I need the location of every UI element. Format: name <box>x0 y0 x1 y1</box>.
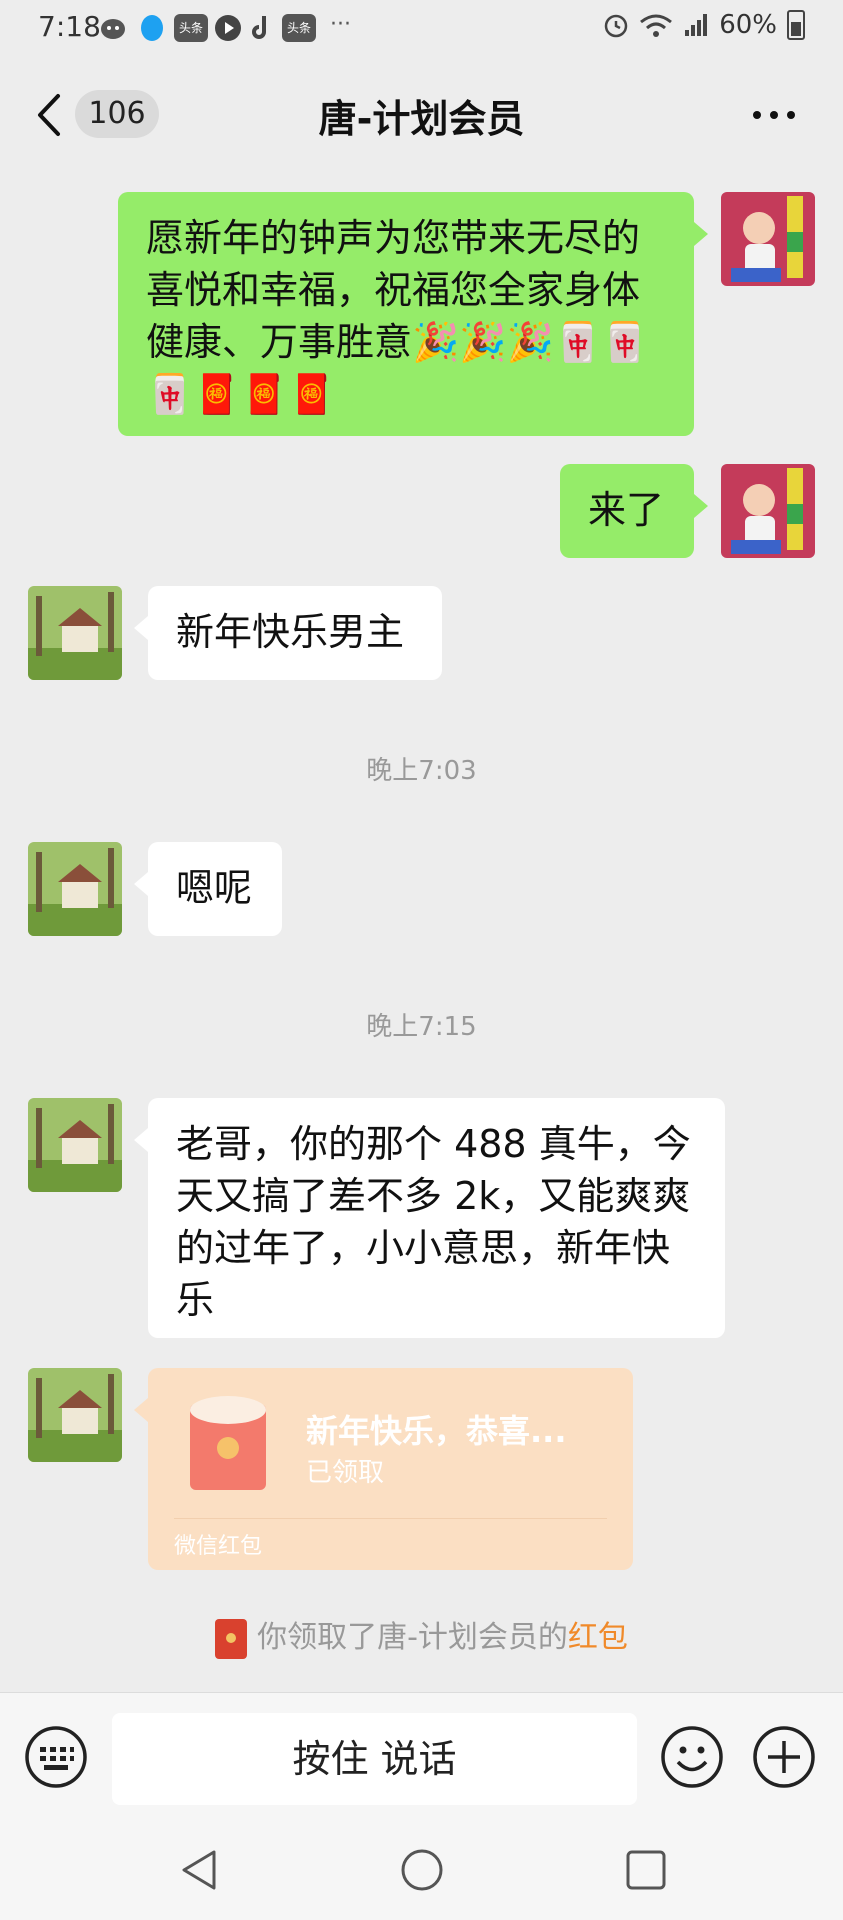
chat-title: 唐-计划会员 <box>318 97 525 141</box>
status-bar: 7:18 头条 头条 ··· 60% <box>0 0 843 60</box>
nav-home-icon[interactable] <box>398 1846 446 1894</box>
red-envelope-card[interactable]: 新年快乐，恭喜... 已领取 微信红包 <box>134 1368 633 1570</box>
battery-percent: 60% <box>719 10 777 40</box>
red-packet-link[interactable]: 红包 <box>568 1620 628 1655</box>
nav-recents-icon[interactable] <box>622 1846 670 1894</box>
cottage-painting-icon <box>28 586 122 680</box>
child-photo-icon <box>721 464 815 558</box>
alarm-icon <box>604 14 628 38</box>
message-bubble-mine[interactable]: 来了 <box>560 464 708 558</box>
my-avatar[interactable] <box>721 192 815 286</box>
wifi-icon <box>640 14 673 37</box>
keyboard-icon[interactable] <box>24 1725 88 1789</box>
status-right: 60% <box>603 10 805 40</box>
chat-header: 106 唐-计划会员 <box>0 60 843 170</box>
my-avatar[interactable] <box>721 464 815 558</box>
input-bar: 按住 说话 <box>0 1692 843 1823</box>
message-timestamp: 晚上7:15 <box>366 1012 477 1042</box>
signal-icon <box>685 14 708 36</box>
emoji-icon[interactable] <box>660 1725 724 1789</box>
message-bubble-contact[interactable]: 嗯呢 <box>134 842 282 936</box>
message-timestamp: 晚上7:03 <box>366 756 477 786</box>
system-notice: 你领取了唐-计划会员的红包 <box>0 1612 843 1659</box>
more-options-icon[interactable] <box>749 100 799 130</box>
contact-avatar[interactable] <box>28 586 122 680</box>
video-notification-icon <box>215 15 241 41</box>
tiktok-notification-icon <box>252 16 266 39</box>
more-notifications-icon: ··· <box>330 12 351 37</box>
hold-to-talk-button[interactable]: 按住 说话 <box>112 1713 637 1805</box>
contact-avatar[interactable] <box>28 1368 122 1462</box>
battery-icon <box>787 10 805 40</box>
cottage-painting-icon <box>28 1098 122 1192</box>
message-bubble-mine[interactable]: 愿新年的钟声为您带来无尽的喜悦和幸福，祝福您全家身体健康、万事胜意🎉🎉🎉🀄🀄🀄🧧… <box>118 192 708 436</box>
red-envelope-title: 新年快乐，恭喜... <box>306 1412 567 1450</box>
contact-avatar[interactable] <box>28 1098 122 1192</box>
qq-notification-icon <box>141 15 163 41</box>
red-envelope-status: 已领取 <box>306 1458 385 1488</box>
status-time: 7:18 <box>38 10 101 43</box>
system-notice-text: 你领取了唐-计划会员的 <box>257 1620 568 1655</box>
system-nav-bar <box>0 1822 843 1920</box>
nav-back-icon[interactable] <box>176 1846 224 1894</box>
toutiao-notification-icon-2: 头条 <box>282 14 316 42</box>
cottage-painting-icon <box>28 1368 122 1462</box>
toutiao-notification-icon: 头条 <box>174 14 208 42</box>
plus-icon[interactable] <box>752 1725 816 1789</box>
red-envelope-footer: 微信红包 <box>174 1534 263 1559</box>
child-photo-icon <box>721 192 815 286</box>
red-packet-small-icon <box>215 1618 248 1659</box>
cottage-painting-icon <box>28 842 122 936</box>
wechat-notification-icon <box>101 19 125 39</box>
message-bubble-contact[interactable]: 老哥，你的那个 488 真牛，今天又搞了差不多 2k，又能爽爽的过年了，小小意思… <box>134 1098 725 1338</box>
message-bubble-contact[interactable]: 新年快乐男主 <box>134 586 442 680</box>
red-envelope-icon <box>190 1396 266 1490</box>
red-envelope-divider <box>174 1518 607 1519</box>
contact-avatar[interactable] <box>28 842 122 936</box>
